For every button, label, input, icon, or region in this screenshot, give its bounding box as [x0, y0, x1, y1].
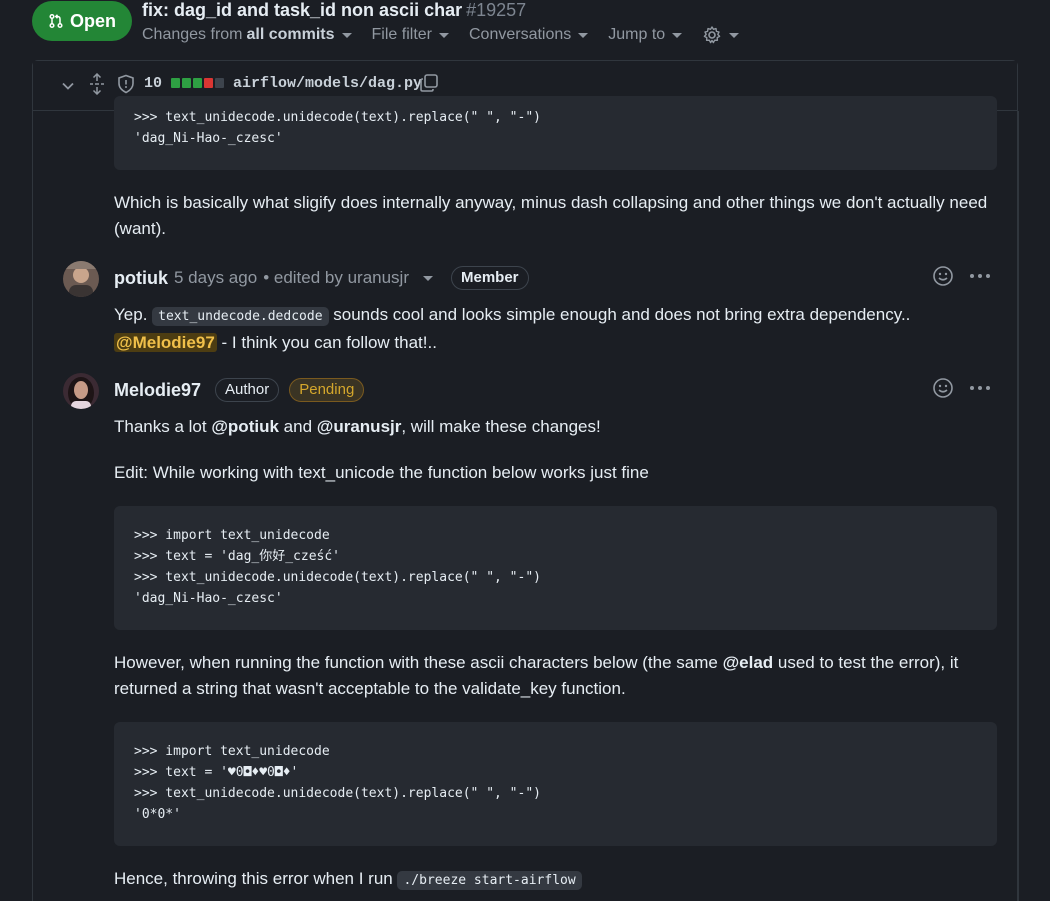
file-filter-label: File filter: [371, 26, 432, 43]
member-label: Member: [451, 266, 529, 290]
comment-body: Which is basically what sligify does int…: [114, 193, 988, 238]
diffstat-block: [182, 78, 191, 88]
comment-text: - I think you can follow that!..: [221, 333, 437, 352]
jump-to-dropdown[interactable]: Jump to: [608, 25, 683, 45]
settings-dropdown[interactable]: [702, 25, 740, 45]
comment-paragraph: Thanks a lot @potiuk and @uranusjr, will…: [114, 414, 994, 440]
chevron-down-icon: [341, 32, 352, 38]
diffstat-block: [193, 78, 202, 88]
code-line: >>> text = '♥0◘♦♥0◘♦': [134, 765, 299, 780]
code-line: >>> text_unidecode.unidecode(text).repla…: [134, 110, 541, 125]
gear-icon: [703, 26, 721, 44]
code-line: 'dag_Ni-Hao-_czesc': [134, 131, 283, 146]
smiley-icon[interactable]: [932, 265, 954, 287]
pr-title-text: fix: dag_id and task_id non ascii char: [142, 0, 463, 20]
diffstat-block: [171, 78, 180, 88]
pr-status-label: Open: [69, 10, 116, 31]
user-mention[interactable]: @potiuk: [211, 417, 279, 436]
diffstat-block: [215, 78, 224, 88]
git-pull-request-icon: [49, 13, 63, 29]
file-filter-dropdown[interactable]: File filter: [372, 25, 449, 45]
avatar-image: [63, 373, 99, 409]
comment-timestamp[interactable]: 5 days ago: [174, 268, 257, 288]
pr-files-toolbar: Changes from all commits File filter Con…: [142, 25, 740, 45]
code-line: >>> text = 'dag_你好_cześć': [134, 549, 341, 564]
file-path[interactable]: airflow/models/dag.py: [233, 75, 422, 92]
author-label: Author: [215, 378, 280, 402]
chevron-down-icon[interactable]: [423, 275, 433, 281]
pr-status-badge: Open: [32, 1, 132, 41]
user-mention[interactable]: @Melodie97: [114, 333, 217, 352]
code-line: '0*0*': [134, 807, 181, 822]
avatar[interactable]: [63, 373, 99, 409]
changes-from-dropdown[interactable]: Changes from all commits: [142, 25, 352, 45]
diffstat-block: [204, 78, 213, 88]
comment-header: Melodie97 Author Pending: [114, 378, 365, 402]
edited-by[interactable]: • edited by uranusjr: [263, 268, 409, 288]
chevron-down-icon[interactable]: [60, 78, 76, 94]
comment-paragraph: Hence, throwing this error when I run ./…: [114, 866, 994, 894]
code-line: >>> import text_unidecode: [134, 744, 330, 759]
comment-body: Yep. text_undecode.dedcode sounds cool a…: [114, 302, 994, 356]
avatar[interactable]: [63, 261, 99, 297]
jump-to-label: Jump to: [608, 26, 666, 43]
copy-icon[interactable]: [419, 73, 439, 93]
changes-from-value: all commits: [246, 26, 335, 43]
comment-text: Thanks a lot: [114, 417, 207, 436]
shield-icon[interactable]: [117, 74, 135, 94]
user-mention[interactable]: @elad: [723, 653, 774, 672]
chevron-down-icon: [672, 32, 683, 38]
comment-text: However, when running the function with …: [114, 653, 718, 672]
kebab-menu-icon[interactable]: [968, 384, 992, 392]
conversations-dropdown[interactable]: Conversations: [468, 25, 589, 45]
user-mention[interactable]: @uranusjr: [317, 417, 402, 436]
comment-text: and: [283, 417, 313, 436]
comment-paragraph: Edit: While working with text_unicode th…: [114, 463, 649, 482]
inline-code: text_undecode.dedcode: [152, 307, 329, 326]
diffstat-bar: [171, 78, 224, 88]
code-block: >>> import text_unidecode >>> text = '♥0…: [114, 722, 997, 846]
chevron-down-icon: [438, 32, 449, 38]
smiley-icon[interactable]: [932, 377, 954, 399]
code-line: >>> text_unidecode.unidecode(text).repla…: [134, 786, 541, 801]
file-border-right: [1018, 111, 1019, 901]
comment-text: Yep.: [114, 305, 148, 324]
code-line: 'dag_Ni-Hao-_czesc': [134, 591, 283, 606]
kebab-menu-icon[interactable]: [968, 272, 992, 280]
code-block: >>> text_unidecode.unidecode(text).repla…: [114, 96, 997, 170]
changes-from-prefix: Changes from: [142, 26, 243, 43]
code-line: >>> text_unidecode.unidecode(text).repla…: [134, 570, 541, 585]
code-line: >>> import text_unidecode: [134, 528, 330, 543]
comment-text: , will make these changes!: [401, 417, 601, 436]
comment-author[interactable]: Melodie97: [114, 380, 201, 401]
comment-text: Hence, throwing this error when I run: [114, 869, 393, 888]
comment-text: sounds cool and looks simple enough and …: [333, 305, 911, 324]
chevron-down-icon: [578, 32, 589, 38]
comment-author[interactable]: potiuk: [114, 268, 168, 289]
pr-title: fix: dag_id and task_id non ascii char #1…: [142, 0, 526, 21]
inline-code: ./breeze start-airflow: [397, 871, 582, 890]
chevron-down-icon: [729, 32, 740, 38]
expand-all-icon[interactable]: [88, 73, 106, 95]
comment-paragraph: However, when running the function with …: [114, 650, 994, 702]
diffstat-count: 10: [144, 75, 163, 92]
conversations-label: Conversations: [468, 26, 572, 43]
pending-label: Pending: [289, 378, 365, 402]
pr-number: #19257: [466, 0, 527, 20]
avatar-image: [63, 261, 99, 297]
comment-header: potiuk 5 days ago • edited by uranusjr M…: [114, 266, 529, 290]
code-block: >>> import text_unidecode >>> text = 'da…: [114, 506, 997, 630]
